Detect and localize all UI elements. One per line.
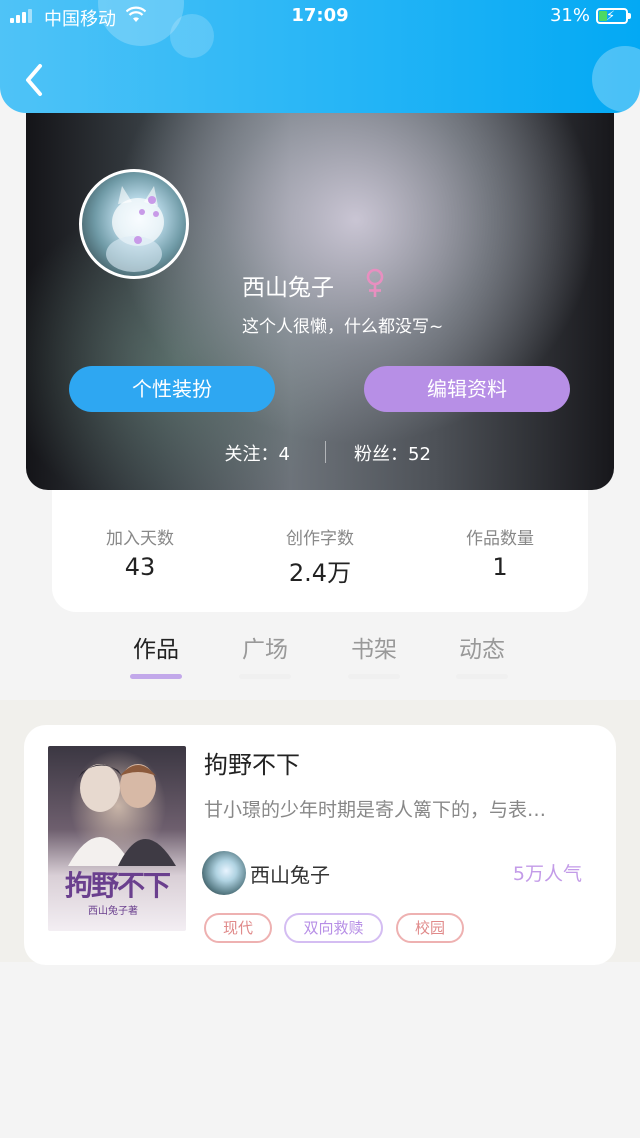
stat-value: 1 [492, 553, 508, 581]
stat-works-count: 作品数量 1 [430, 524, 570, 581]
cover-author: 西山兔子著 [88, 906, 138, 917]
tab-label: 动态 [459, 637, 505, 663]
popularity-count: 5万人气 [512, 863, 582, 885]
battery-percent: 31% [549, 5, 590, 26]
tag-modern[interactable]: 现代 [204, 913, 272, 943]
profile-tabs: 作品 广场 书架 动态 [0, 630, 640, 690]
tag-mutual-redemption[interactable]: 双向救赎 [284, 913, 383, 943]
cover-title: 拘野不下 [64, 869, 171, 902]
tab-bookshelf[interactable]: 书架 [334, 630, 414, 679]
following-count[interactable]: 关注：4 [225, 440, 290, 466]
tab-indicator [456, 674, 508, 679]
stat-label: 作品数量 [466, 529, 534, 549]
stat-value: 43 [124, 553, 156, 581]
charging-bolt-icon: ⚡ [606, 9, 616, 24]
divider [325, 441, 326, 463]
cover-art-image [68, 764, 176, 866]
followers-count[interactable]: 粉丝：52 [354, 440, 431, 466]
tab-activity[interactable]: 动态 [442, 630, 522, 679]
avatar[interactable] [79, 169, 189, 279]
avatar-cat-image [106, 186, 164, 272]
dress-up-button[interactable]: 个性装扮 [69, 366, 275, 412]
female-icon [366, 268, 384, 297]
book-card[interactable]: 拘野不下 西山兔子著 拘野不下 甘小璟的少年时期是寄人篱下的，与表… 西山兔子 … [24, 725, 616, 965]
tab-indicator [239, 674, 291, 679]
tab-indicator [348, 674, 400, 679]
stat-word-count: 创作字数 2.4万 [250, 524, 390, 588]
tab-label: 书架 [351, 637, 397, 663]
tab-label: 广场 [242, 637, 288, 663]
edit-profile-button[interactable]: 编辑资料 [364, 366, 570, 412]
tab-indicator [130, 674, 182, 679]
stats-card: 加入天数 43 创作字数 2.4万 作品数量 1 [52, 480, 588, 612]
chevron-left-icon[interactable] [20, 60, 50, 100]
author-name[interactable]: 西山兔子 [250, 859, 330, 888]
status-bar: 中国移动 17:09 31% ⚡ [0, 0, 640, 34]
username: 西山兔子 [242, 275, 334, 301]
book-title[interactable]: 拘野不下 [204, 745, 300, 780]
battery-charging-icon: ⚡ [596, 8, 631, 24]
book-cover[interactable]: 拘野不下 西山兔子著 [48, 746, 186, 931]
tab-square[interactable]: 广场 [225, 630, 305, 679]
book-description: 甘小璟的少年时期是寄人篱下的，与表… [204, 799, 547, 821]
user-bio: 这个人很懒，什么都没写~ [242, 317, 444, 337]
follow-stats: 关注：4 粉丝：52 [26, 438, 614, 466]
top-header: 中国移动 17:09 31% ⚡ [0, 0, 640, 113]
stat-label: 创作字数 [286, 529, 354, 549]
decorative-bubble [592, 46, 640, 112]
author-avatar[interactable] [202, 851, 246, 895]
stat-join-days: 加入天数 43 [70, 524, 210, 581]
tab-label: 作品 [133, 637, 179, 663]
stat-value: 2.4万 [288, 559, 352, 587]
stat-label: 加入天数 [106, 529, 174, 549]
tag-campus[interactable]: 校园 [396, 913, 464, 943]
clock: 17:09 [291, 5, 349, 26]
profile-card: 西山兔子 这个人很懒，什么都没写~ 个性装扮 编辑资料 关注：4 粉丝：52 [26, 100, 614, 490]
tab-works[interactable]: 作品 [116, 630, 196, 679]
